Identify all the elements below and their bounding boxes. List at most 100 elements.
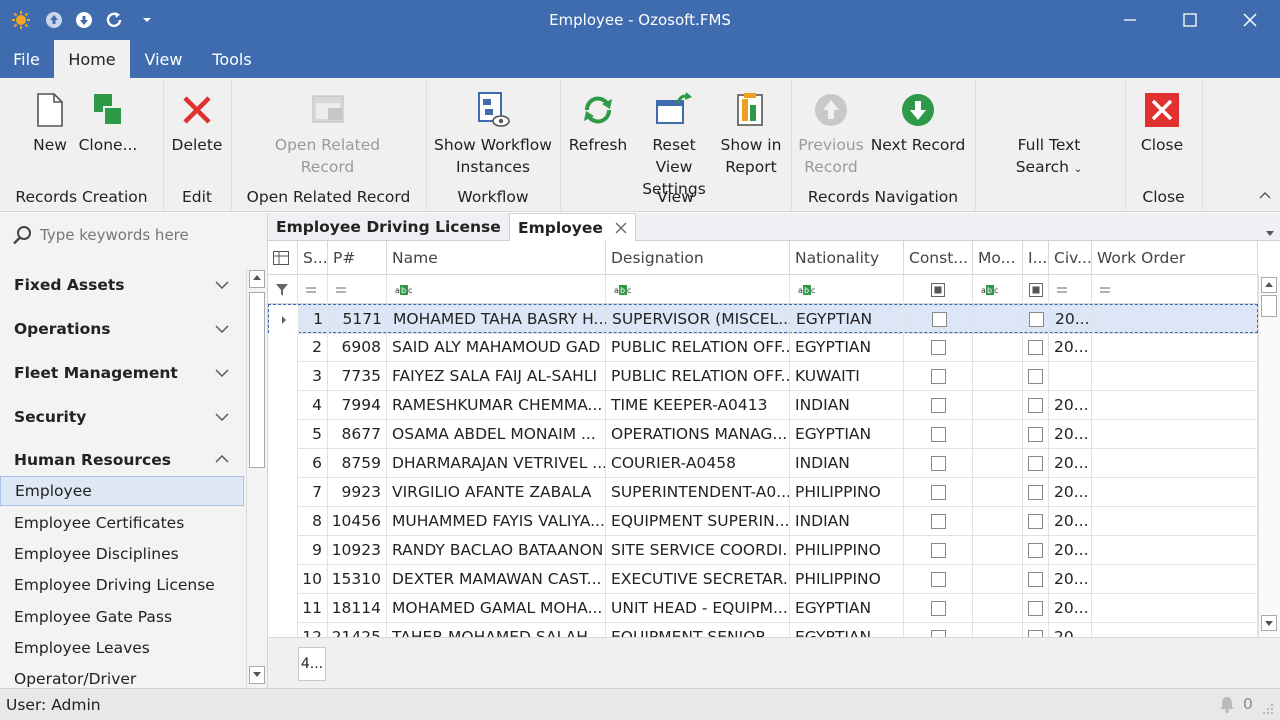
- checkbox-cell[interactable]: [904, 420, 973, 449]
- scroll-up-icon[interactable]: [249, 270, 265, 288]
- checkbox[interactable]: [930, 542, 946, 558]
- cell-name[interactable]: MUHAMMED FAYIS VALIYA...: [387, 507, 606, 536]
- tab-view[interactable]: View: [136, 40, 191, 78]
- cell-designation[interactable]: EXECUTIVE SECRETAR...: [606, 565, 790, 594]
- cell-civ[interactable]: 20...: [1049, 391, 1092, 420]
- cell-s[interactable]: 7: [298, 478, 328, 507]
- cell-nationality[interactable]: INDIAN: [790, 507, 904, 536]
- tab-employee-driving-license[interactable]: Employee Driving License: [268, 213, 509, 241]
- table-row[interactable]: 11 18114 MOHAMED GAMAL MOHA... UNIT HEAD - …: [268, 594, 1258, 623]
- checkbox-cell[interactable]: [904, 565, 973, 594]
- row-indicator[interactable]: [268, 565, 298, 594]
- checkbox-cell[interactable]: [904, 507, 973, 536]
- sidebar-item-employee-gate-pass[interactable]: Employee Gate Pass: [0, 602, 244, 632]
- row-indicator[interactable]: [268, 623, 298, 637]
- open-related-record-button[interactable]: Open Related Record: [270, 86, 385, 178]
- cell-s[interactable]: 4: [298, 391, 328, 420]
- checkbox[interactable]: [930, 600, 946, 616]
- search-input[interactable]: Type keywords here: [0, 213, 267, 257]
- checkbox-cell[interactable]: [1023, 449, 1049, 478]
- grid-scrollbar[interactable]: [1258, 275, 1280, 637]
- checkbox-cell[interactable]: [904, 594, 973, 623]
- nav-group-fleet-management[interactable]: Fleet Management: [14, 364, 178, 382]
- cell-name[interactable]: FAIYEZ SALA FAIJ AL-SAHLI: [387, 362, 606, 391]
- cell-civ[interactable]: 20...: [1049, 565, 1092, 594]
- cell-p[interactable]: 9923: [328, 478, 387, 507]
- sidebar-item-employee-leaves[interactable]: Employee Leaves: [0, 633, 244, 663]
- column-chooser-icon[interactable]: [273, 250, 289, 265]
- empty-cell[interactable]: [1092, 391, 1258, 420]
- delete-button[interactable]: Delete: [170, 86, 224, 156]
- cell-civ[interactable]: 20...: [1049, 333, 1092, 362]
- checkbox-cell[interactable]: [1023, 362, 1049, 391]
- table-row[interactable]: 4 7994 RAMESHKUMAR CHEMMA... TIME KEEPER-A0…: [268, 391, 1258, 420]
- cell-s[interactable]: 8: [298, 507, 328, 536]
- checkbox-cell[interactable]: [1023, 536, 1049, 565]
- checkbox-cell[interactable]: [904, 478, 973, 507]
- cell-civ[interactable]: 20...: [1050, 305, 1093, 334]
- checkbox[interactable]: [1028, 397, 1043, 413]
- sidebar-item-employee-driving-license[interactable]: Employee Driving License: [0, 570, 244, 600]
- empty-cell[interactable]: [1092, 565, 1258, 594]
- cell-s[interactable]: 1: [299, 305, 329, 334]
- cell-p[interactable]: 15310: [328, 565, 387, 594]
- cell-designation[interactable]: TIME KEEPER-A0413: [606, 391, 790, 420]
- table-row[interactable]: 10 15310 DEXTER MAMAWAN CAST... EXECUTIVE S…: [268, 565, 1258, 594]
- cell-designation[interactable]: SUPERVISOR (MISCEL...: [607, 305, 791, 334]
- checkbox[interactable]: [1028, 513, 1043, 529]
- reset-view-settings-button[interactable]: Reset View Settings: [632, 86, 716, 200]
- cell-nationality[interactable]: PHILIPPINO: [790, 565, 904, 594]
- empty-cell[interactable]: [1092, 449, 1258, 478]
- cell-s[interactable]: 11: [298, 594, 328, 623]
- empty-cell[interactable]: [1092, 333, 1258, 362]
- checkbox-cell[interactable]: [1023, 478, 1049, 507]
- checkbox-cell[interactable]: [904, 362, 973, 391]
- chevron-down-icon[interactable]: [214, 277, 230, 293]
- empty-cell[interactable]: [1092, 507, 1258, 536]
- table-row[interactable]: 12 21425 TAHER MOHAMED SALAH EQUIPMENT SENI…: [268, 623, 1258, 637]
- checkbox-cell[interactable]: [1023, 623, 1049, 637]
- empty-cell[interactable]: [1092, 362, 1258, 391]
- cell-name[interactable]: DEXTER MAMAWAN CAST...: [387, 565, 606, 594]
- cell-civ[interactable]: 20...: [1049, 507, 1092, 536]
- checkbox-cell[interactable]: [1023, 594, 1049, 623]
- empty-cell[interactable]: [973, 536, 1023, 565]
- table-row[interactable]: 1 5171 MOHAMED TAHA BASRY H... SUPERVISOR (…: [268, 304, 1259, 334]
- cell-civ[interactable]: 20...: [1049, 478, 1092, 507]
- show-in-report-button[interactable]: Show in Report: [718, 86, 784, 178]
- cell-designation[interactable]: EQUIPMENT SUPERIN...: [606, 507, 790, 536]
- column-header-const[interactable]: Const...: [904, 241, 973, 275]
- column-header-p[interactable]: P#: [328, 241, 387, 275]
- sidebar-item-employee[interactable]: Employee: [0, 476, 244, 506]
- cell-p[interactable]: 7735: [328, 362, 387, 391]
- filter-equals-icon[interactable]: [1049, 275, 1092, 304]
- empty-cell[interactable]: [1093, 305, 1259, 334]
- cell-p[interactable]: 18114: [328, 594, 387, 623]
- cell-name[interactable]: OSAMA ABDEL MONAIM ...: [387, 420, 606, 449]
- checkbox[interactable]: [1028, 629, 1043, 637]
- filter-equals-icon[interactable]: [298, 275, 328, 304]
- filter-text-icon[interactable]: abc: [387, 275, 606, 304]
- tab-file[interactable]: File: [4, 40, 49, 78]
- checkbox-cell[interactable]: [904, 449, 973, 478]
- cell-p[interactable]: 10456: [328, 507, 387, 536]
- scroll-thumb[interactable]: [249, 292, 265, 468]
- empty-cell[interactable]: [973, 420, 1023, 449]
- sidebar-scrollbar[interactable]: [246, 268, 266, 688]
- scroll-down-icon[interactable]: [1261, 615, 1277, 631]
- cell-nationality[interactable]: INDIAN: [790, 449, 904, 478]
- sidebar-item-operator-driver[interactable]: Operator/Driver: [0, 664, 244, 688]
- cell-s[interactable]: 2: [298, 333, 328, 362]
- empty-cell[interactable]: [1092, 536, 1258, 565]
- filter-checkbox-icon[interactable]: [904, 275, 973, 304]
- empty-cell[interactable]: [1092, 623, 1258, 637]
- table-row[interactable]: 8 10456 MUHAMMED FAYIS VALIYA... EQUIPMENT …: [268, 507, 1258, 536]
- table-row[interactable]: 5 8677 OSAMA ABDEL MONAIM ... OPERATIONS MA…: [268, 420, 1258, 449]
- checkbox-cell[interactable]: [1023, 507, 1049, 536]
- column-header-name[interactable]: Name: [387, 241, 606, 275]
- row-indicator[interactable]: [268, 507, 298, 536]
- scroll-down-icon[interactable]: [249, 666, 265, 684]
- row-indicator[interactable]: [268, 362, 298, 391]
- cell-civ[interactable]: 20...: [1049, 449, 1092, 478]
- filter-text-icon[interactable]: abc: [973, 275, 1023, 304]
